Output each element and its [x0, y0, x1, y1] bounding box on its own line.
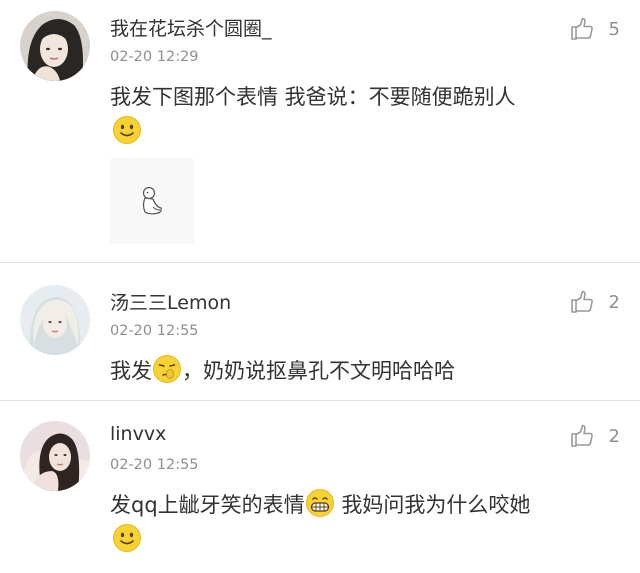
comment-item: 我在花坛杀个圆圈_ 02-20 12:29 5 我发下图那个表情 我爸说：不要随… — [0, 0, 640, 263]
comment-text: 发qq上龇牙笑的表情 我妈问我为什么咬她 — [110, 488, 530, 520]
grin-emoji — [305, 489, 334, 517]
comment-text-part: ，奶奶说抠鼻孔不文明哈哈哈 — [182, 359, 455, 383]
like-button[interactable]: 2 — [569, 423, 620, 449]
comment-item: 汤三三Lemon 02-20 12:55 2 我发 ，奶奶说抠鼻孔不文明哈哈哈 — [0, 263, 640, 401]
comment-item: linvvx 02-20 12:55 2 发qq上龇牙笑的表情 我妈问我为什么咬… — [0, 401, 640, 573]
like-button[interactable]: 2 — [569, 289, 620, 315]
username[interactable]: linvvx — [110, 423, 166, 445]
user-avatar[interactable] — [20, 421, 90, 491]
comment-text-part: 发qq上龇牙笑的表情 — [110, 493, 305, 517]
user-avatar[interactable] — [20, 285, 90, 355]
like-count: 2 — [608, 291, 620, 313]
like-count: 2 — [608, 425, 620, 447]
thumbs-up-icon — [570, 17, 593, 40]
nose-pick-emoji — [153, 355, 181, 383]
user-avatar[interactable] — [20, 11, 90, 81]
comment-time: 02-20 12:55 — [110, 323, 199, 339]
smile-emoji — [113, 524, 141, 552]
like-count: 5 — [608, 18, 620, 40]
like-button[interactable]: 5 — [569, 16, 620, 42]
comment-text-part: 我妈问我为什么咬她 — [334, 493, 531, 517]
sticker-image[interactable] — [110, 158, 194, 244]
comment-text-part: 我发 — [110, 359, 152, 383]
comment-time: 02-20 12:55 — [110, 457, 199, 473]
comment-text: 我发下图那个表情 我爸说：不要随便跪别人 — [110, 85, 516, 109]
comment-time: 02-20 12:29 — [110, 49, 199, 65]
smile-emoji — [113, 116, 141, 144]
comment-text: 我发 ，奶奶说抠鼻孔不文明哈哈哈 — [110, 354, 455, 386]
kneeling-figure-sticker — [142, 186, 162, 215]
thumbs-up-icon — [570, 290, 593, 313]
username[interactable]: 汤三三Lemon — [110, 288, 231, 315]
thumbs-up-icon — [570, 424, 593, 447]
username[interactable]: 我在花坛杀个圆圈_ — [110, 14, 272, 41]
